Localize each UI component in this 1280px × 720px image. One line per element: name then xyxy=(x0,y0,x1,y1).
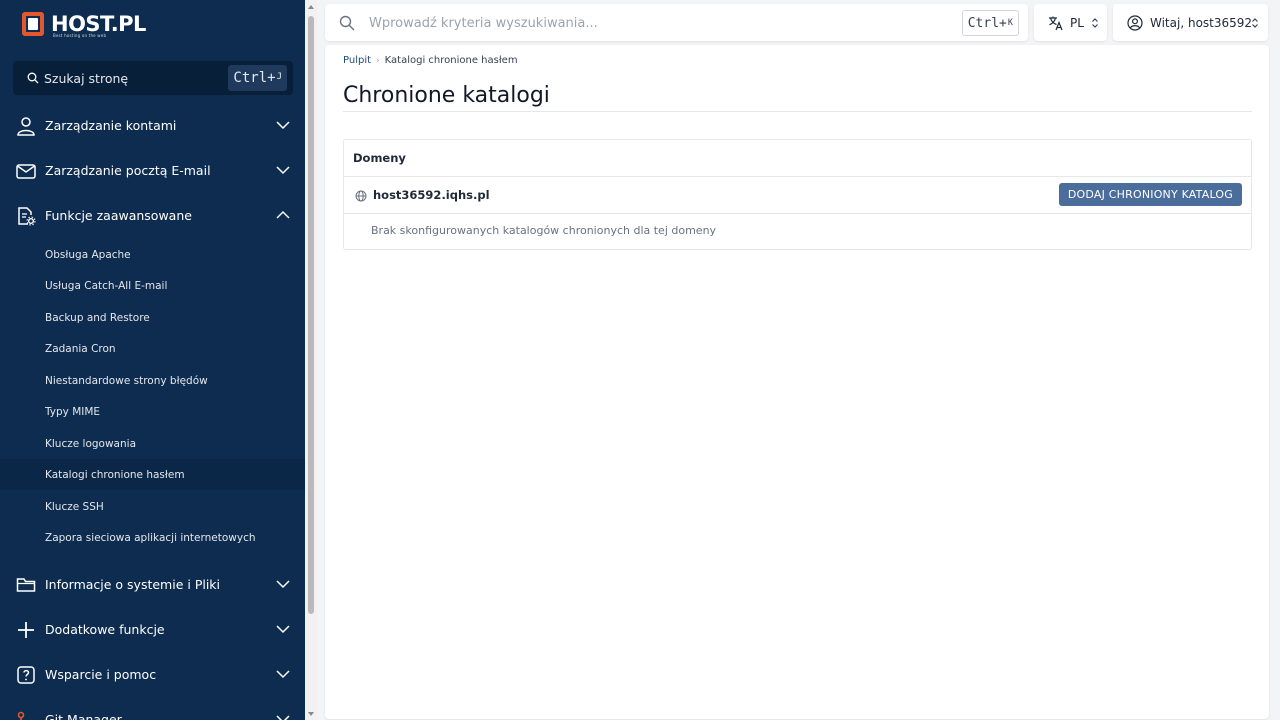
sidebar-subitem-login-keys[interactable]: Klucze logowania xyxy=(0,428,305,459)
breadcrumb-home-link[interactable]: Pulpit xyxy=(343,55,371,66)
sidebar-subitem-label: Katalogi chronione hasłem xyxy=(45,468,185,481)
sidebar-item-label: Funkcje zaawansowane xyxy=(45,208,192,223)
sidebar-subitem-waf[interactable]: Zapora sieciowa aplikacji internetowych xyxy=(0,522,305,553)
sidebar-subitem-ssh-keys[interactable]: Klucze SSH xyxy=(0,491,305,522)
sidebar-item-git[interactable]: Git Manager xyxy=(0,697,305,720)
sidebar-subitem-mime[interactable]: Typy MIME xyxy=(0,396,305,427)
search-icon xyxy=(27,72,39,84)
language-label: PL xyxy=(1070,15,1084,30)
shortcut-modifier: Ctrl+ xyxy=(967,15,1007,31)
sidebar-item-extra[interactable]: Dodatkowe funkcje xyxy=(0,607,305,652)
user-circle-icon xyxy=(1127,15,1143,31)
global-search-shortcut: Ctrl+ K xyxy=(961,10,1019,36)
page-title: Chronione katalogi xyxy=(343,83,550,108)
sidebar-item-label: Zarządzanie kontami xyxy=(45,118,177,133)
table-header-label: Domeny xyxy=(353,151,406,165)
sidebar-subitem-label: Obsługa Apache xyxy=(45,248,131,261)
chevron-down-icon xyxy=(276,670,290,679)
document-gear-icon xyxy=(18,207,36,226)
global-search: Ctrl+K xyxy=(325,4,1028,41)
plus-icon xyxy=(18,622,34,638)
support-icon xyxy=(17,666,35,684)
sidebar-item-label: Zarządzanie pocztą E-mail xyxy=(45,163,211,178)
global-search-input[interactable] xyxy=(369,12,929,34)
sidebar-subitem-label: Niestandardowe strony błędów xyxy=(45,374,208,387)
sidebar-subitem-protected-dirs[interactable]: Katalogi chronione hasłem xyxy=(0,459,305,490)
sidebar-subitem-error-pages[interactable]: Niestandardowe strony błędów xyxy=(0,365,305,396)
sidebar-item-email[interactable]: Zarządzanie pocztą E-mail xyxy=(0,148,305,193)
updown-chevron-icon xyxy=(1092,18,1098,28)
chevron-down-icon xyxy=(276,121,290,130)
breadcrumb: Pulpit › Katalogi chronione hasłem xyxy=(343,55,518,66)
logo-text: HOST.PL xyxy=(51,12,146,36)
table-header: Domeny xyxy=(344,140,1251,177)
shortcut-key: K xyxy=(1007,18,1013,28)
shortcut-key: J xyxy=(276,72,282,82)
empty-state-row: Brak skonfigurowanych katalogów chronion… xyxy=(344,214,1251,250)
logo-tagline: Best hosting on the web xyxy=(53,33,107,38)
breadcrumb-current: Katalogi chronione hasłem xyxy=(384,55,518,66)
user-menu[interactable]: Witaj, host36592 xyxy=(1113,4,1268,41)
logo-mark-icon xyxy=(20,10,46,38)
shortcut-modifier: Ctrl+ xyxy=(233,70,276,86)
sidebar-search[interactable]: Szukaj stronę Ctrl+ J xyxy=(13,61,293,95)
language-selector[interactable]: PL xyxy=(1034,4,1107,41)
sidebar-subitem-label: Usługa Catch-All E-mail xyxy=(45,279,168,292)
sidebar-subitem-catchall[interactable]: Usługa Catch-All E-mail xyxy=(0,270,305,301)
git-icon xyxy=(17,711,25,720)
folder-icon xyxy=(16,578,36,592)
mail-icon xyxy=(16,164,36,179)
chevron-down-icon xyxy=(276,625,290,634)
sidebar-subitem-label: Klucze SSH xyxy=(45,500,104,513)
user-icon xyxy=(17,117,35,136)
divider xyxy=(343,111,1252,112)
chevron-down-icon xyxy=(276,580,290,589)
scrollbar-thumb[interactable] xyxy=(308,16,314,614)
sidebar-subitem-label: Backup and Restore xyxy=(45,311,150,324)
domains-table: Domeny host36592.iqhs.pl DODAJ CHRONIONY… xyxy=(343,139,1252,250)
globe-icon xyxy=(355,190,367,202)
table-row: host36592.iqhs.pl DODAJ CHRONIONY KATALO… xyxy=(344,177,1251,214)
sidebar-subitem-label: Klucze logowania xyxy=(45,437,136,450)
chevron-down-icon xyxy=(276,166,290,175)
scroll-up-arrow-icon[interactable] xyxy=(308,5,314,9)
logo[interactable]: HOST.PL Best hosting on the web xyxy=(20,10,146,38)
translate-icon xyxy=(1049,16,1063,31)
empty-state-message: Brak skonfigurowanych katalogów chronion… xyxy=(371,224,717,237)
sidebar-search-shortcut: Ctrl+ J xyxy=(228,65,287,91)
sidebar-item-accounts[interactable]: Zarządzanie kontami xyxy=(0,103,305,148)
sidebar-item-label: Wsparcie i pomoc xyxy=(45,667,157,682)
chevron-down-icon xyxy=(276,715,290,720)
sidebar-item-label: Informacje o systemie i Pliki xyxy=(45,577,221,592)
sidebar-subitem-backup[interactable]: Backup and Restore xyxy=(0,302,305,333)
sidebar-item-system-info[interactable]: Informacje o systemie i Pliki xyxy=(0,562,305,607)
sidebar-subitem-apache[interactable]: Obsługa Apache xyxy=(0,239,305,270)
search-icon xyxy=(339,15,355,31)
sidebar-scrollbar[interactable] xyxy=(305,0,317,720)
sidebar-subitem-cron[interactable]: Zadania Cron xyxy=(0,333,305,364)
scroll-down-arrow-icon[interactable] xyxy=(308,712,314,716)
chevron-up-icon xyxy=(276,210,290,219)
sidebar-item-label: Git Manager xyxy=(45,712,122,720)
add-protected-dir-button[interactable]: DODAJ CHRONIONY KATALOG xyxy=(1058,183,1242,206)
sidebar-subitem-label: Zadania Cron xyxy=(45,342,116,355)
breadcrumb-separator-icon: › xyxy=(376,55,380,66)
sidebar: HOST.PL Best hosting on the web Szukaj s… xyxy=(0,0,305,720)
main-panel: Pulpit › Katalogi chronione hasłem Chron… xyxy=(325,45,1269,719)
sidebar-subitem-label: Typy MIME xyxy=(45,405,101,418)
sidebar-item-advanced[interactable]: Funkcje zaawansowane xyxy=(0,193,305,238)
domain-name: host36592.iqhs.pl xyxy=(373,188,490,202)
user-greeting: Witaj, host36592 xyxy=(1150,15,1253,30)
sidebar-item-label: Dodatkowe funkcje xyxy=(45,622,165,637)
sidebar-item-support[interactable]: Wsparcie i pomoc xyxy=(0,652,305,697)
sidebar-subitem-label: Zapora sieciowa aplikacji internetowych xyxy=(45,531,256,544)
sidebar-search-label: Szukaj stronę xyxy=(44,70,129,86)
updown-chevron-icon xyxy=(1252,18,1258,28)
